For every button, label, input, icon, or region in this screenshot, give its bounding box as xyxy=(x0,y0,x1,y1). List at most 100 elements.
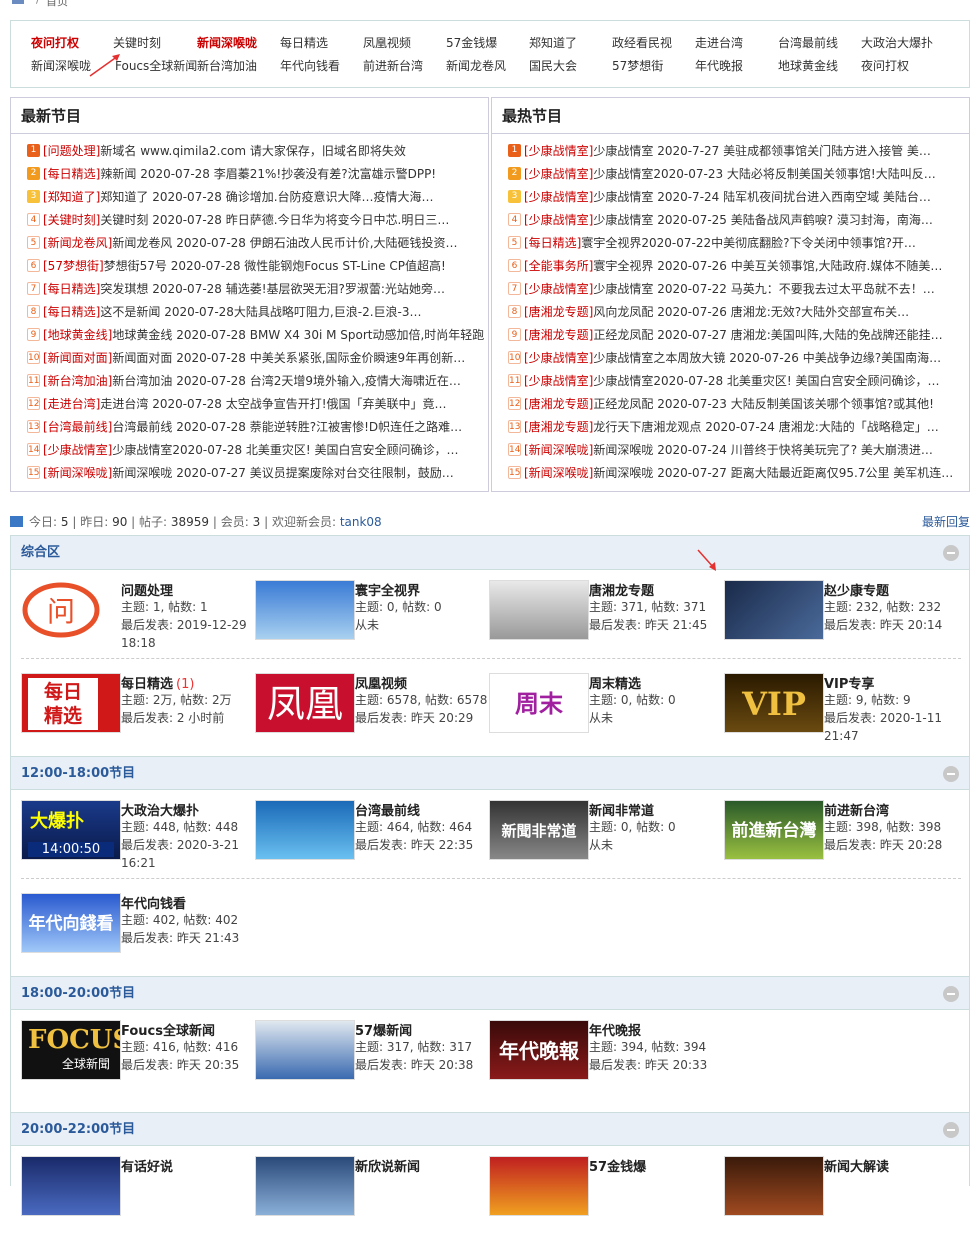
board-last-post[interactable]: 最后发表: 2020-1-11 21:47 xyxy=(824,709,964,745)
program-list-item[interactable]: 15 [新闻深喉咙]新闻深喉咙 2020-07-27 距离大陆最近距离仅95.7公… xyxy=(492,462,969,485)
board-last-post[interactable]: 最后发表: 昨天 20:38 xyxy=(355,1056,495,1074)
category-tag-link[interactable]: [关键时刻] xyxy=(43,213,100,227)
nav-link[interactable]: 凤凰视频 xyxy=(363,34,411,51)
program-list-item[interactable]: 7 [每日精选]突发琪想 2020-07-28 辅选萎!基层欲哭无泪?罗淑蕾:光站… xyxy=(11,278,488,301)
collapse-icon[interactable] xyxy=(943,1122,959,1138)
program-list-item[interactable]: 12 [走进台湾]走进台湾 2020-07-28 太空战争宣告开打!俄国「弃美联中… xyxy=(11,393,488,416)
board-name[interactable]: 新闻大解读 xyxy=(824,1160,889,1175)
category-tag-link[interactable]: [少康战情室] xyxy=(524,282,593,296)
board-name-link[interactable]: 凤凰视频 xyxy=(355,673,407,692)
board-last-post[interactable]: 最后发表: 昨天 20:28 xyxy=(824,836,964,854)
program-title-link[interactable]: 地球黄金线 2020-07-28 BMW X4 30i M Sport动感加倍,… xyxy=(112,328,484,342)
program-title-link[interactable]: 少康战情室2020-07-28 北美重灾区! 美国白宫安全顾问确诊，… xyxy=(112,443,458,457)
board-thumbnail[interactable]: FOCUS 全球新聞 xyxy=(21,1020,121,1080)
program-list-item[interactable]: 5 [每日精选]寰宇全视界2020-07-22中美彻底翻脸?下令关闭中领事馆?开… xyxy=(492,232,969,255)
program-title-link[interactable]: 走进台湾 2020-07-28 太空战争宣告开打!俄国「弃美联中」竟… xyxy=(100,397,446,411)
nav-link[interactable]: 年代晚报 xyxy=(695,57,743,74)
nav-link[interactable]: 新闻深喉咙 xyxy=(31,57,91,74)
board-last-post[interactable]: 最后发表: 2019-12-29 18:18 xyxy=(121,616,261,652)
program-list-item[interactable]: 9 [地球黄金线]地球黄金线 2020-07-28 BMW X4 30i M Sp… xyxy=(11,324,488,347)
forum-section-header[interactable]: 综合区 xyxy=(11,536,969,570)
new-member-link[interactable]: tank08 xyxy=(340,515,382,529)
board-last-post[interactable]: 最后发表: 2020-3-21 16:21 xyxy=(121,836,261,872)
nav-link[interactable]: 57金钱爆 xyxy=(446,34,497,51)
program-list-item[interactable]: 12 [唐湘龙专题]正经龙凤配 2020-07-23 大陆反制美国该关哪个领事馆?… xyxy=(492,393,969,416)
nav-link[interactable]: 新闻龙卷风 xyxy=(446,57,506,74)
board-name[interactable]: 凤凰视频 xyxy=(355,677,407,692)
board-name[interactable]: 赵少康专题 xyxy=(824,584,889,599)
program-list-item[interactable]: 9 [唐湘龙专题]正经龙凤配 2020-07-27 唐湘龙:美国叫阵,大陆的免战牌… xyxy=(492,324,969,347)
program-title-link[interactable]: 少康战情室 2020-7-27 美驻成都领事馆关门陆方进入接管 美… xyxy=(593,144,931,158)
category-tag-link[interactable]: [唐湘龙专题] xyxy=(524,420,593,434)
program-title-link[interactable]: 台湾最前线 2020-07-28 萘能逆转胜?江被害惨!D帜连任之路难… xyxy=(112,420,462,434)
program-title-link[interactable]: 寰宇全视界2020-07-22中美彻底翻脸?下令关闭中领事馆?开… xyxy=(581,236,915,250)
nav-link[interactable]: 年代向钱看 xyxy=(280,57,340,74)
forum-section-header[interactable]: 18:00-20:00节目 xyxy=(11,976,969,1010)
nav-link[interactable]: 地球黄金线 xyxy=(778,57,838,74)
nav-link[interactable]: 夜问打权 xyxy=(31,34,79,51)
program-list-item[interactable]: 6 [全能事务所]寰宇全视界 2020-07-26 中美互关领事馆,大陆政府.媒体… xyxy=(492,255,969,278)
board-name-link[interactable]: 新闻非常道 xyxy=(589,800,654,819)
board-thumbnail[interactable]: 前進新台灣 xyxy=(724,800,824,860)
program-list-item[interactable]: 10 [新闻面对面]新闻面对面 2020-07-28 中美关系紧张,国际金价瞬速9… xyxy=(11,347,488,370)
category-tag-link[interactable]: [57梦想街] xyxy=(43,259,104,273)
program-title-link[interactable]: 寰宇全视界 2020-07-26 中美互关领事馆,大陆政府.媒体不随美… xyxy=(593,259,942,273)
board-name-link[interactable]: 台湾最前线 xyxy=(355,800,420,819)
nav-link[interactable]: 台湾最前线 xyxy=(778,34,838,51)
board-thumbnail[interactable]: 大爆扑 14:00:50 xyxy=(21,800,121,860)
board-name-link[interactable]: 前进新台湾 xyxy=(824,800,889,819)
board-thumbnail[interactable] xyxy=(255,1156,355,1216)
board-name[interactable]: 前进新台湾 xyxy=(824,804,889,819)
program-title-link[interactable]: 少康战情室 2020-7-24 陆军机夜间扰台进入西南空域 美陆台… xyxy=(593,190,931,204)
program-list-item[interactable]: 1 [少康战情室]少康战情室 2020-7-27 美驻成都领事馆关门陆方进入接管 … xyxy=(492,140,969,163)
program-title-link[interactable]: 这不是新闻 2020-07-28大陆具战略叮阻力,巨浪-2.巨浪-3… xyxy=(100,305,421,319)
category-tag-link[interactable]: [全能事务所] xyxy=(524,259,593,273)
nav-link[interactable]: Foucs全球新闻 xyxy=(115,57,197,74)
nav-link[interactable]: 政经看民视 xyxy=(612,34,672,51)
program-list-item[interactable]: 7 [少康战情室]少康战情室 2020-07-22 马英九：不要我去过太平岛就不去… xyxy=(492,278,969,301)
category-tag-link[interactable]: [每日精选] xyxy=(43,282,100,296)
category-tag-link[interactable]: [新闻面对面] xyxy=(43,351,112,365)
board-thumbnail[interactable] xyxy=(489,580,589,640)
board-last-post[interactable]: 从未 xyxy=(355,616,495,634)
board-name[interactable]: 问题处理 xyxy=(121,584,173,599)
nav-link[interactable]: 郑知道了 xyxy=(529,34,577,51)
category-tag-link[interactable]: [少康战情室] xyxy=(43,443,112,457)
program-list-item[interactable]: 10 [少康战情室]少康战情室之本周放大镜 2020-07-26 中美战争边缘?美… xyxy=(492,347,969,370)
board-name-link[interactable]: 大政治大爆扑 xyxy=(121,800,199,819)
board-name-link[interactable]: 周末精选 xyxy=(589,673,641,692)
board-name-link[interactable]: 赵少康专题 xyxy=(824,580,889,599)
category-tag-link[interactable]: [新闻深喉咙] xyxy=(524,443,593,457)
program-list-item[interactable]: 4 [少康战情室]少康战情室 2020-07-25 美陆备战风声鹤唳? 漠习封海，… xyxy=(492,209,969,232)
board-last-post[interactable]: 最后发表: 2 小时前 xyxy=(121,709,261,727)
nav-link[interactable]: 新台湾加油 xyxy=(197,57,257,74)
program-title-link[interactable]: 少康战情室2020-07-23 大陆必将反制美国关领事馆!大陆叫反… xyxy=(593,167,935,181)
program-title-link[interactable]: 新闻深喉咙 2020-07-27 距离大陆最近距离仅95.7公里 美军机连… xyxy=(593,466,953,480)
board-name[interactable]: 新欣说新闻 xyxy=(355,1160,420,1175)
collapse-icon[interactable] xyxy=(943,766,959,782)
board-name[interactable]: Foucs全球新闻 xyxy=(121,1024,215,1039)
category-tag-link[interactable]: [新闻龙卷风] xyxy=(43,236,112,250)
board-last-post[interactable]: 最后发表: 昨天 20:14 xyxy=(824,616,964,634)
board-name[interactable]: 57爆新闻 xyxy=(355,1024,412,1039)
program-list-item[interactable]: 6 [57梦想街]梦想街57号 2020-07-28 微性能钢炮Focus ST-… xyxy=(11,255,488,278)
board-name[interactable]: 新闻非常道 xyxy=(589,804,654,819)
program-list-item[interactable]: 14 [新闻深喉咙]新闻深喉咙 2020-07-24 川普终于快将美玩完了? 美大… xyxy=(492,439,969,462)
program-list-item[interactable]: 11 [少康战情室]少康战情室2020-07-28 北美重灾区! 美国白宫安全顾问… xyxy=(492,370,969,393)
program-list-item[interactable]: 8 [每日精选]这不是新闻 2020-07-28大陆具战略叮阻力,巨浪-2.巨浪-… xyxy=(11,301,488,324)
program-list-item[interactable]: 13 [唐湘龙专题]龙行天下唐湘龙观点 2020-07-24 唐湘龙:大陆的「战略… xyxy=(492,416,969,439)
category-tag-link[interactable]: [唐湘龙专题] xyxy=(524,305,593,319)
board-last-post[interactable]: 最后发表: 昨天 21:45 xyxy=(589,616,729,634)
board-name-link[interactable]: 年代晚报 xyxy=(589,1020,641,1039)
program-title-link[interactable]: 郑知道了 2020-07-28 确诊增加.台防疫意识大降…疫情大海… xyxy=(100,190,433,204)
program-title-link[interactable]: 正经龙凤配 2020-07-27 唐湘龙:美国叫阵,大陆的免战牌还能挂… xyxy=(593,328,942,342)
board-thumbnail[interactable] xyxy=(255,1020,355,1080)
board-last-post[interactable]: 最后发表: 昨天 20:35 xyxy=(121,1056,261,1074)
board-name-link[interactable]: VIP专享 xyxy=(824,673,874,692)
nav-link[interactable]: 夜问打权 xyxy=(861,57,909,74)
program-title-link[interactable]: 新域名 www.qimila2.com 请大家保存，旧域名即将失效 xyxy=(100,144,406,158)
category-tag-link[interactable]: [新闻深喉咙] xyxy=(43,466,112,480)
category-tag-link[interactable]: [新台湾加油] xyxy=(43,374,112,388)
board-name[interactable]: 每日精选 xyxy=(121,677,173,692)
board-last-post[interactable]: 从未 xyxy=(589,836,729,854)
